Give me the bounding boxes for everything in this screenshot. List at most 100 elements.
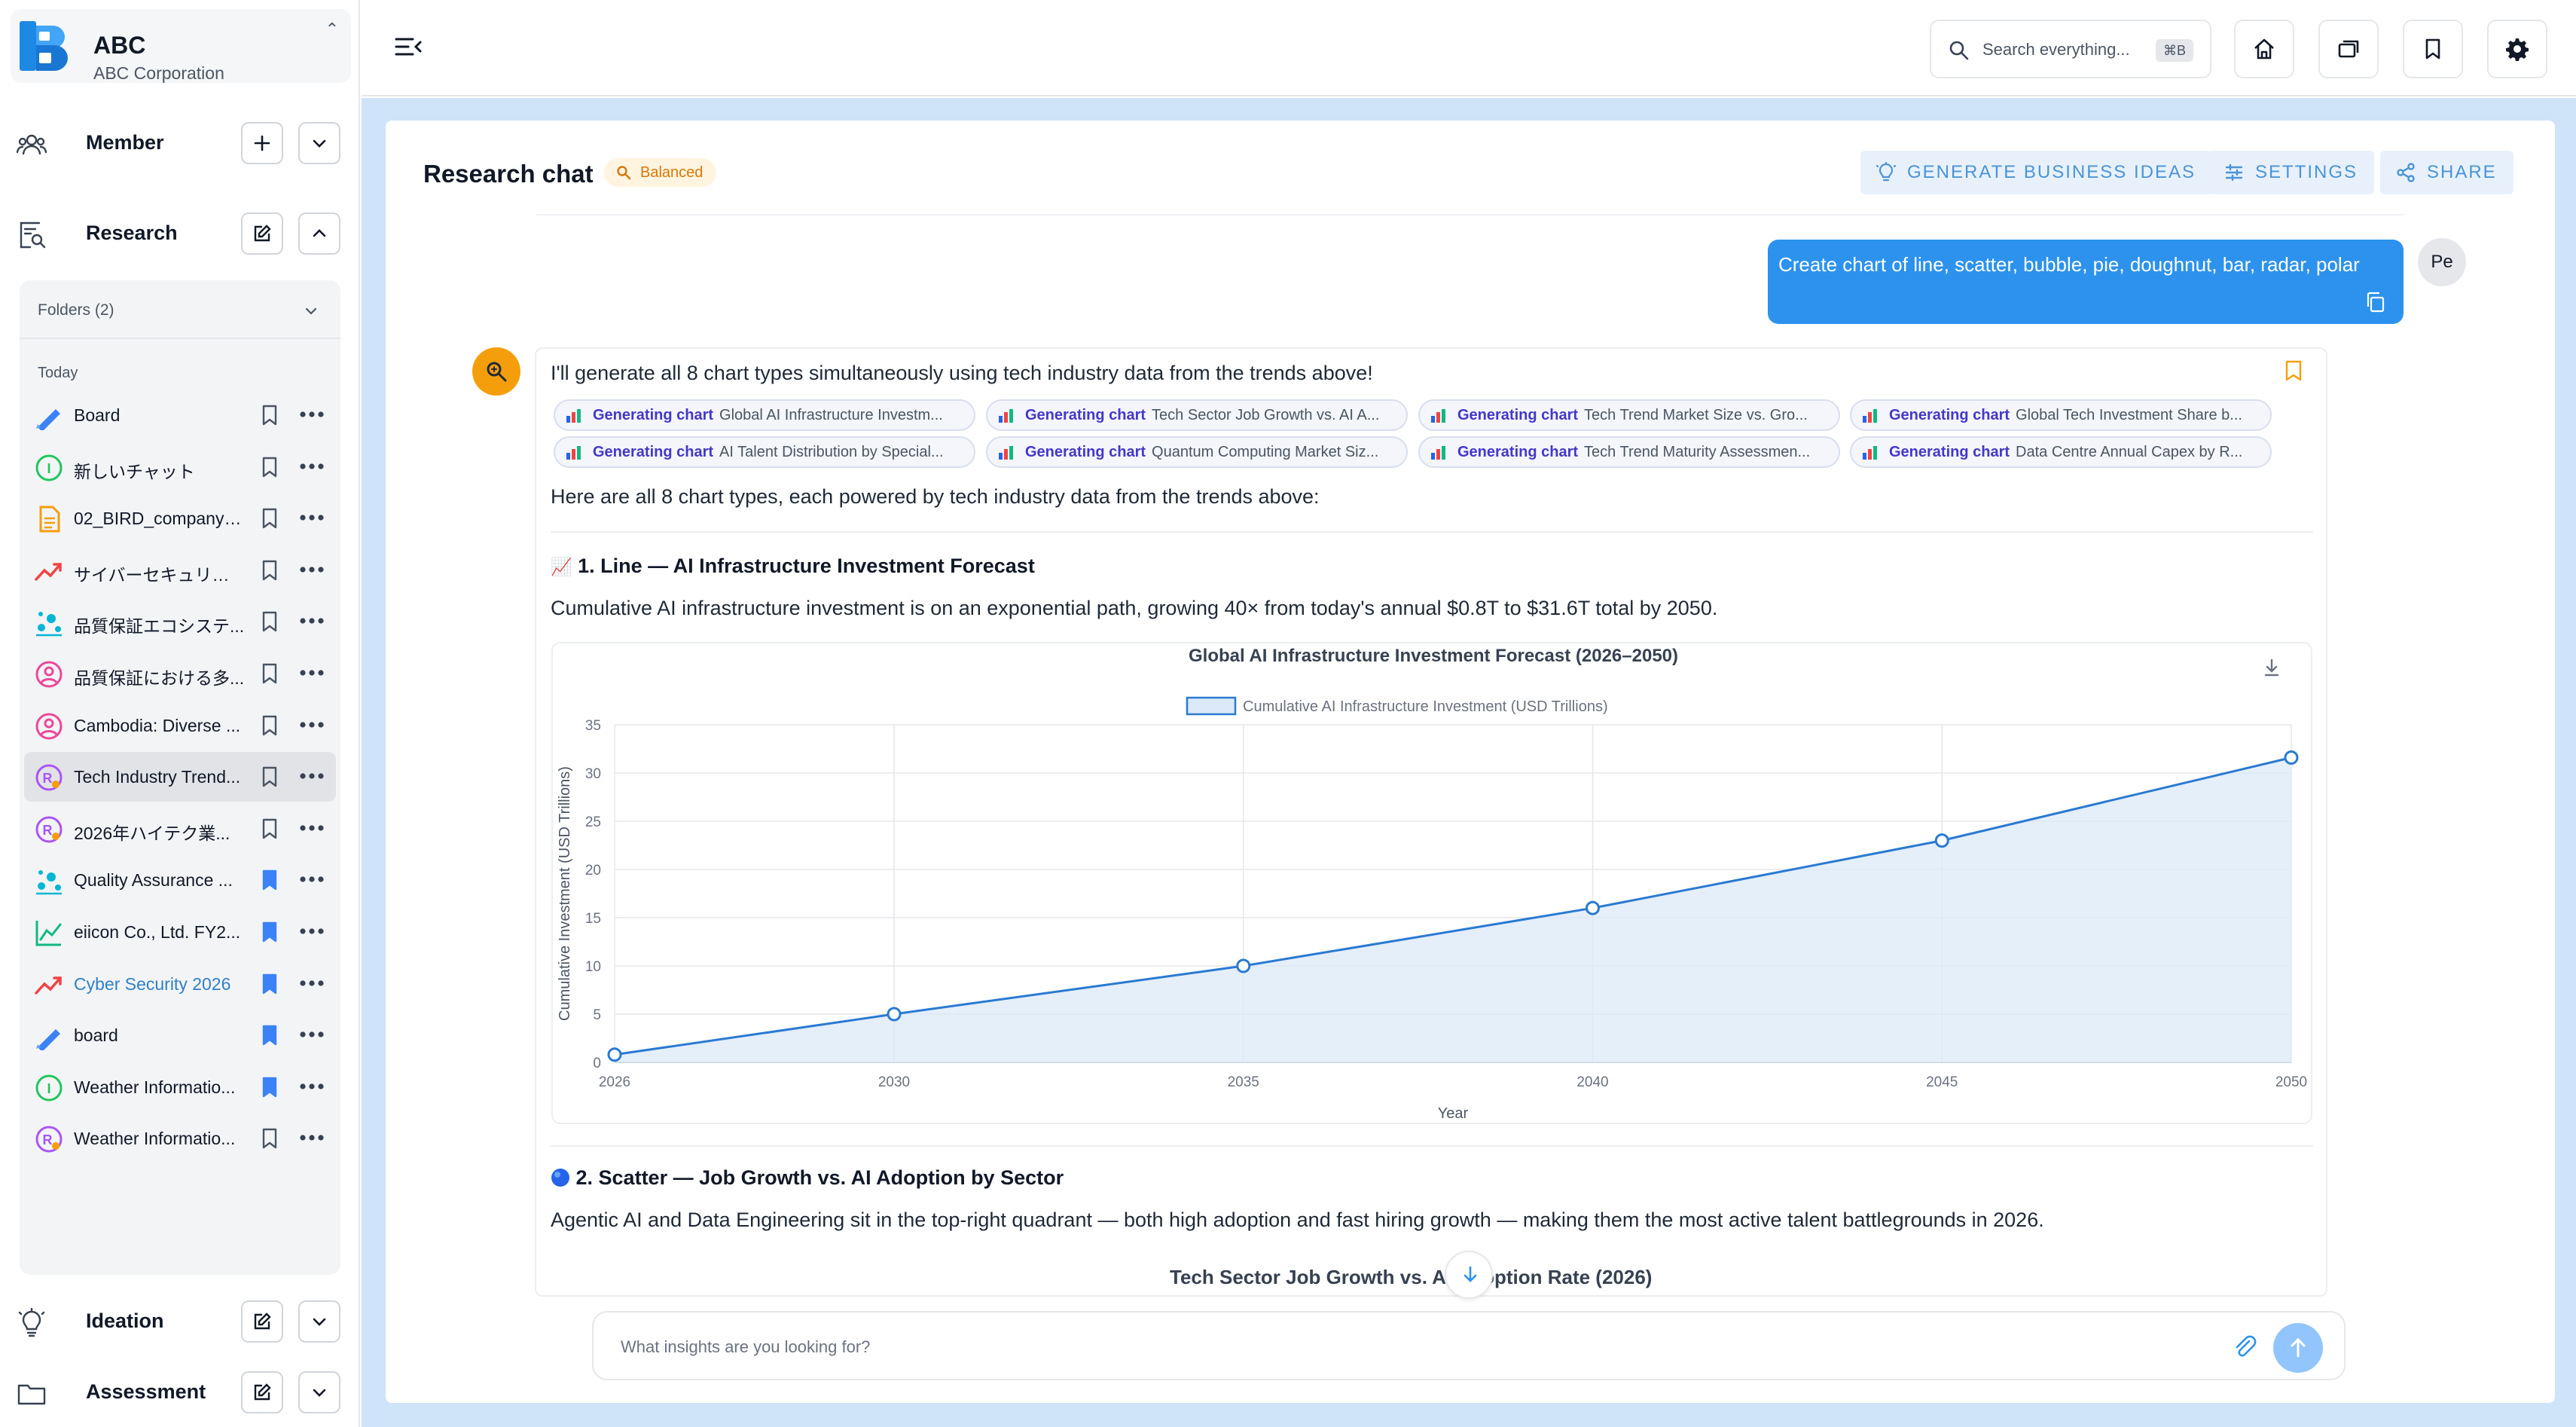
chat-history-item[interactable]: Board <box>24 390 336 440</box>
chat-history-item[interactable]: Cyber Security 2026 <box>24 959 336 1009</box>
generating-chart-chip[interactable]: Generating chart Global AI Infrastructure… <box>554 399 975 431</box>
search-input[interactable] <box>1982 35 2141 65</box>
legend-label[interactable]: Cumulative AI Infrastructure Investment … <box>1243 698 1608 715</box>
bookmark-icon[interactable] <box>2284 359 2303 382</box>
bookmark-icon[interactable] <box>259 1076 280 1099</box>
chat-history-item[interactable]: 02_BIRD_company_... <box>24 493 336 543</box>
folders-toggle[interactable]: Folders (2) <box>38 301 114 319</box>
sidebar-section-assessment[interactable]: Assessment <box>0 1362 360 1422</box>
send-button[interactable] <box>2273 1323 2323 1373</box>
chat-item-label: Quality Assurance ... <box>74 870 233 891</box>
chat-history-item[interactable]: 品質保証エコシステ... <box>24 597 336 646</box>
bookmark-icon[interactable] <box>259 869 280 891</box>
paperclip-icon[interactable] <box>2230 1332 2260 1362</box>
chat-item-label: 2026年ハイテク業... <box>74 823 230 843</box>
bookmark-icon[interactable] <box>259 456 280 478</box>
sidebar-section-research[interactable]: Research <box>0 203 360 264</box>
section-description: Agentic AI and Data Engineering sit in t… <box>551 1209 2044 1231</box>
org-name: ABC <box>93 32 146 59</box>
generating-chart-chip[interactable]: Generating chart Data Centre Annual Capex… <box>1850 436 2272 468</box>
bookmark-icon[interactable] <box>259 559 280 582</box>
bookmark-icon[interactable] <box>259 817 280 840</box>
add-member-button[interactable] <box>241 122 283 164</box>
copy-icon[interactable] <box>2364 291 2387 313</box>
chat-history-item[interactable]: サイバーセキュリティ <box>24 545 336 595</box>
more-options-icon[interactable] <box>297 405 327 423</box>
bookmark-icon[interactable] <box>259 404 280 426</box>
bookmarks-button[interactable] <box>2403 20 2463 78</box>
chat-history-item[interactable]: 品質保証における多... <box>24 649 336 698</box>
generating-chart-chip[interactable]: Generating chart Tech Trend Maturity Asse… <box>1418 436 1840 468</box>
bookmark-icon[interactable] <box>259 662 280 685</box>
sidebar-section-ideation[interactable]: Ideation <box>0 1291 360 1352</box>
bookmark-icon[interactable] <box>259 765 280 788</box>
generating-chart-chip[interactable]: Generating chart Global Tech Investment S… <box>1850 399 2272 431</box>
share-button[interactable]: SHARE <box>2380 151 2513 194</box>
shortcut-badge: ⌘B <box>2155 39 2193 62</box>
collapse-research-button[interactable] <box>298 212 340 255</box>
chat-history-item[interactable]: eiicon Co., Ltd. FY2... <box>24 907 336 957</box>
sidebar-section-member[interactable]: Member <box>0 113 360 173</box>
more-options-icon[interactable] <box>297 457 327 475</box>
chevron-down-icon[interactable] <box>303 303 319 319</box>
bookmark-icon[interactable] <box>259 507 280 530</box>
more-options-icon[interactable] <box>297 664 327 682</box>
user-avatar[interactable]: Pe <box>2418 238 2466 286</box>
chip-prefix: Generating chart <box>1457 407 1579 423</box>
more-options-icon[interactable] <box>297 819 327 837</box>
gear-icon <box>2506 38 2529 61</box>
button-label: SETTINGS <box>2255 162 2358 182</box>
generate-business-ideas-button[interactable]: GENERATE BUSINESS IDEAS <box>1860 151 2212 194</box>
expand-member-button[interactable] <box>298 122 340 164</box>
new-ideation-button[interactable] <box>241 1300 283 1343</box>
org-switcher[interactable]: ABC ABC Corporation ⌃ <box>11 9 351 83</box>
menu-collapse-icon[interactable] <box>393 33 423 60</box>
global-search[interactable]: ⌘B <box>1930 20 2211 78</box>
more-options-icon[interactable] <box>297 509 327 527</box>
more-options-icon[interactable] <box>297 561 327 579</box>
new-assessment-button[interactable] <box>241 1371 283 1413</box>
chat-history-item[interactable]: Quality Assurance ... <box>24 855 336 905</box>
y-tick-label: 10 <box>585 959 601 975</box>
more-options-icon[interactable] <box>297 870 327 888</box>
mode-badge[interactable]: Balanced <box>604 158 717 187</box>
home-button[interactable] <box>2234 20 2294 78</box>
more-options-icon[interactable] <box>297 767 327 785</box>
more-options-icon[interactable] <box>297 1129 327 1147</box>
bookmark-icon[interactable] <box>259 1024 280 1047</box>
edit-icon <box>254 1312 271 1330</box>
bookmark-icon[interactable] <box>259 973 280 995</box>
chat-history-item[interactable]: I Weather Informatio... <box>24 1062 336 1112</box>
settings-button[interactable] <box>2487 20 2547 78</box>
library-button[interactable] <box>2318 20 2379 78</box>
generating-chart-chip[interactable]: Generating chart AI Talent Distribution b… <box>554 436 975 468</box>
generating-chart-chip[interactable]: Generating chart Tech Sector Job Growth v… <box>986 399 1408 431</box>
more-options-icon[interactable] <box>297 1025 327 1044</box>
collapse-toggle-icon[interactable]: ⌃ <box>325 20 339 39</box>
legend-swatch[interactable] <box>1186 696 1237 716</box>
more-options-icon[interactable] <box>297 922 327 940</box>
chat-history-item[interactable]: Cambodia: Diverse ... <box>24 701 336 750</box>
generating-chart-chip[interactable]: Generating chart Tech Trend Market Size v… <box>1418 399 1840 431</box>
more-options-icon[interactable] <box>297 716 327 734</box>
generating-chart-chip[interactable]: Generating chart Quantum Computing Market… <box>986 436 1408 468</box>
download-icon[interactable] <box>2264 658 2279 677</box>
more-options-icon[interactable] <box>297 974 327 992</box>
new-research-button[interactable] <box>241 212 283 255</box>
chat-history-item[interactable]: board <box>24 1010 336 1060</box>
chat-history-item[interactable]: R Weather Informatio... <box>24 1114 336 1163</box>
message-input[interactable] <box>621 1331 2202 1364</box>
bookmark-icon[interactable] <box>259 714 280 737</box>
more-options-icon[interactable] <box>297 612 327 630</box>
bookmark-icon[interactable] <box>259 610 280 633</box>
bookmark-icon[interactable] <box>259 1127 280 1150</box>
scroll-to-bottom-button[interactable] <box>1445 1251 1493 1299</box>
expand-assessment-button[interactable] <box>298 1371 340 1413</box>
chat-history-item[interactable]: R 2026年ハイテク業... <box>24 804 336 854</box>
chat-history-item[interactable]: R Tech Industry Trend... <box>24 752 336 802</box>
more-options-icon[interactable] <box>297 1077 327 1095</box>
bookmark-icon[interactable] <box>259 921 280 943</box>
expand-ideation-button[interactable] <box>298 1300 340 1343</box>
settings-button[interactable]: SETTINGS <box>2208 151 2375 194</box>
chat-history-item[interactable]: I 新しいチャット <box>24 442 336 492</box>
